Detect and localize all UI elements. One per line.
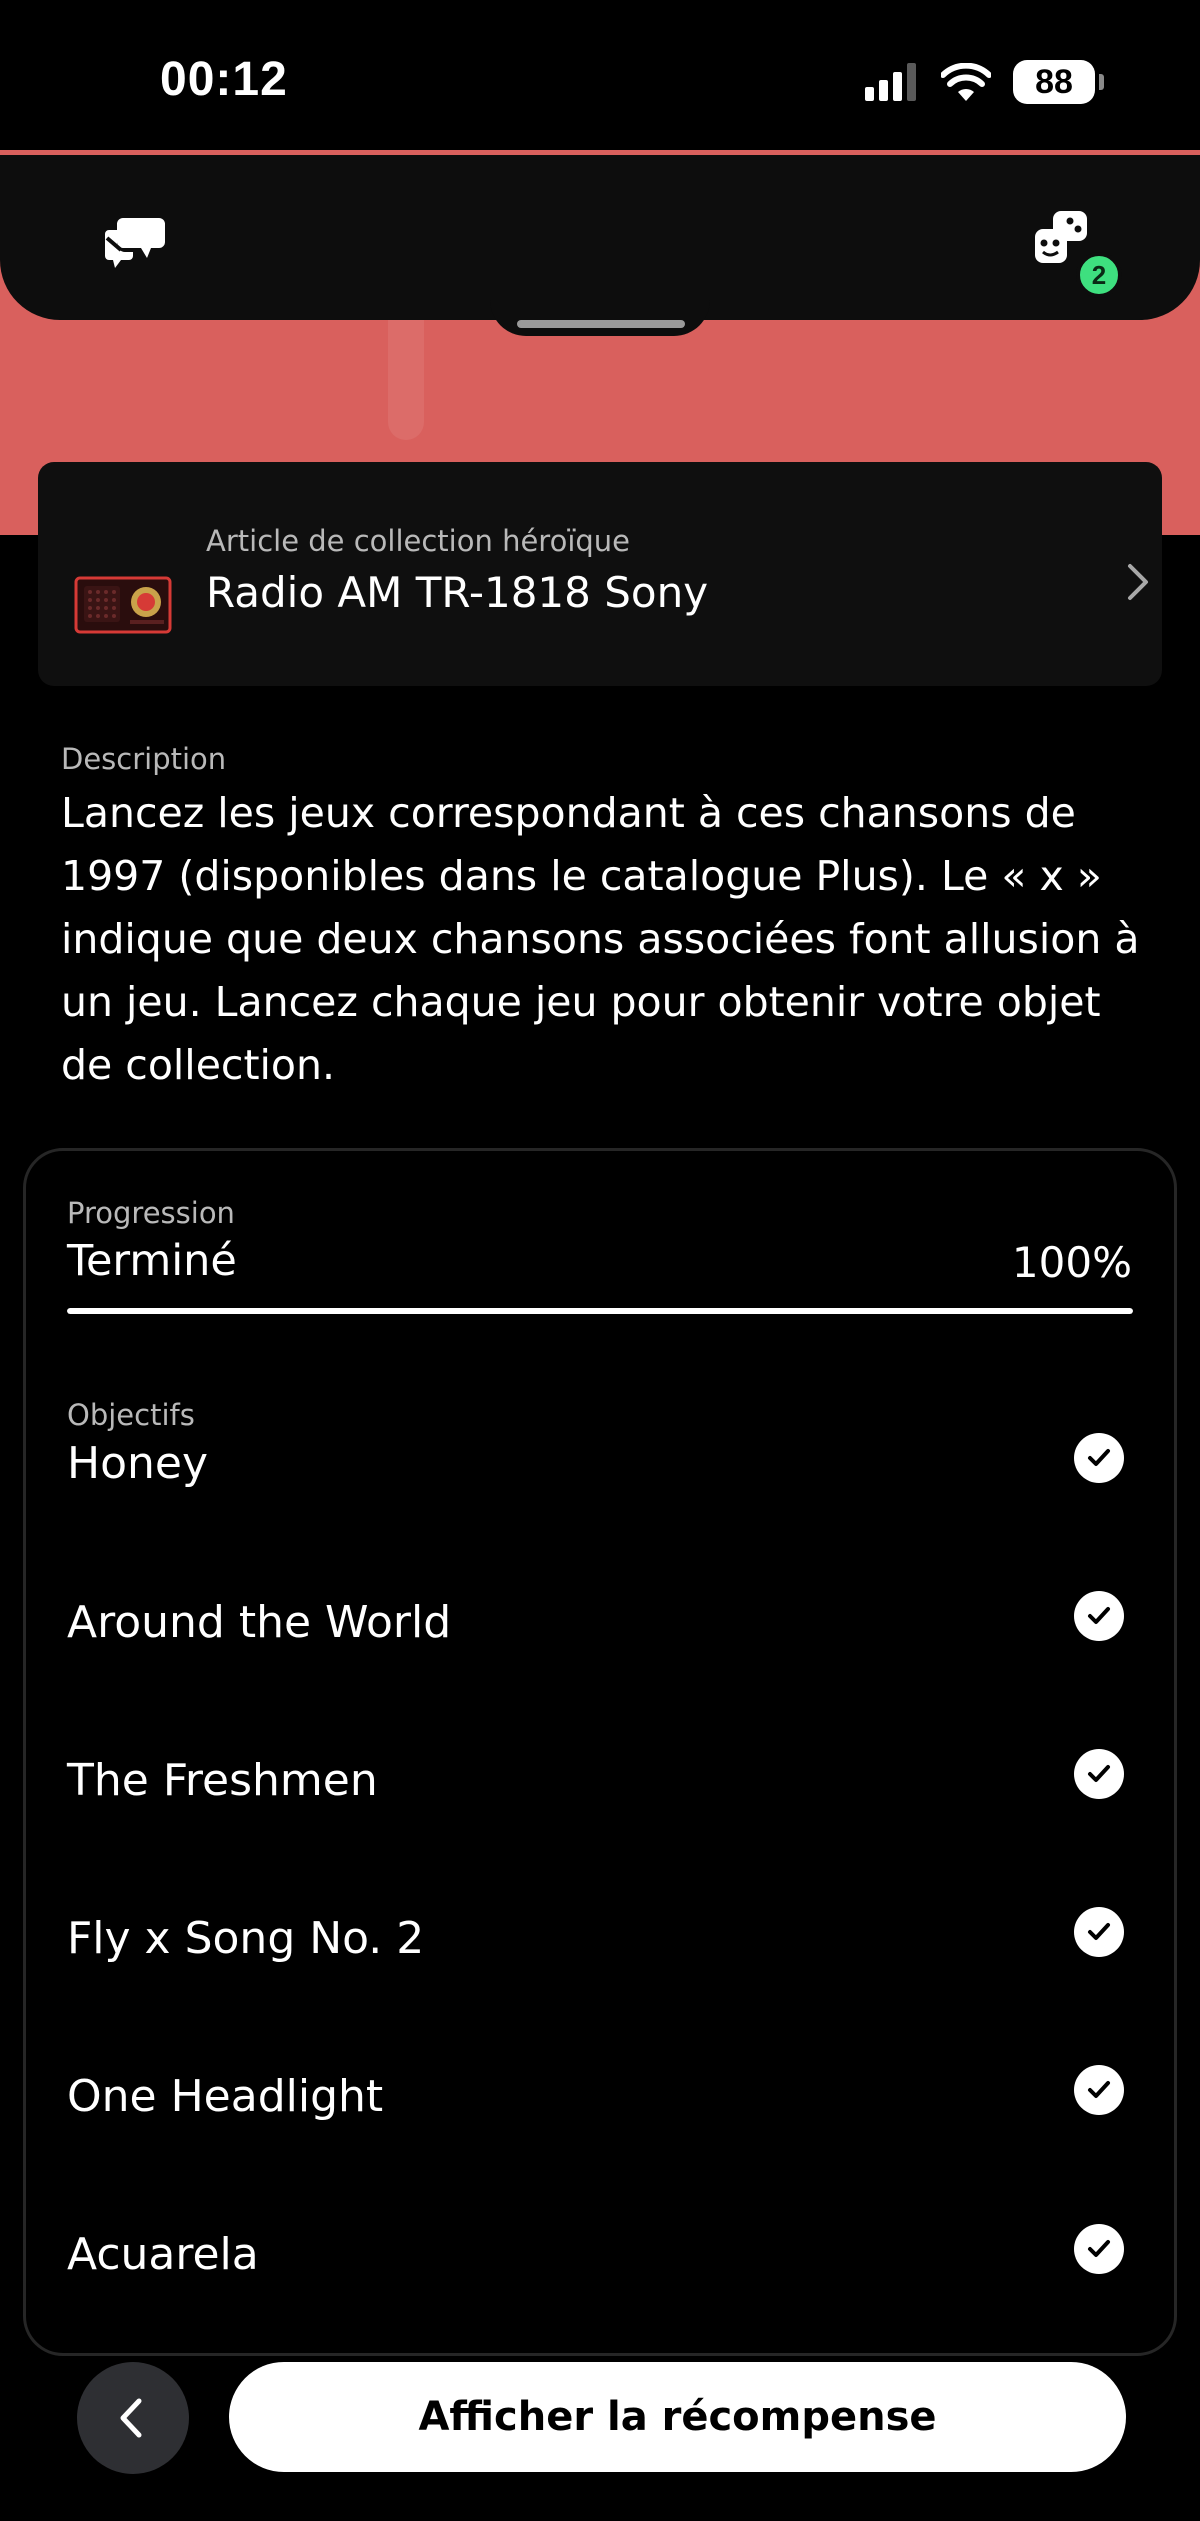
objectives-label: Objectifs: [67, 1398, 195, 1432]
objective-title: Acuarela: [67, 2229, 259, 2280]
description-label: Description: [61, 742, 227, 776]
checkmark-icon: [1074, 1591, 1124, 1641]
radio-thumbnail: [74, 576, 172, 634]
top-panel: [0, 155, 1200, 320]
top-panel-tab: [490, 300, 710, 336]
drag-handle[interactable]: [517, 320, 685, 328]
battery-icon: 88: [1013, 60, 1104, 104]
view-reward-button[interactable]: Afficher la récompense: [229, 2362, 1126, 2472]
objective-title: Fly x Song No. 2: [67, 1913, 425, 1964]
progress-bar-fill: [67, 1308, 1133, 1314]
chevron-left-icon: [120, 2398, 142, 2438]
status-time: 00:12: [160, 53, 288, 106]
checkmark-icon: [1074, 1907, 1124, 1957]
progress-label: Progression: [67, 1196, 235, 1230]
back-button[interactable]: [77, 2362, 189, 2474]
objectives-panel: [23, 1148, 1177, 2356]
battery-level: 88: [1035, 62, 1073, 101]
progress-percent: 100%: [1011, 1238, 1132, 1287]
chat-button[interactable]: [100, 210, 170, 270]
progress-bar: [67, 1308, 1133, 1314]
wifi-icon: [941, 63, 991, 101]
objective-title: One Headlight: [67, 2071, 384, 2122]
chat-bubbles-icon: [105, 218, 165, 268]
cellular-signal-icon: [865, 63, 916, 101]
checkmark-icon: [1074, 1433, 1124, 1483]
notification-badge: 2: [1076, 252, 1122, 298]
checkmark-icon: [1074, 2065, 1124, 2115]
status-icons: 88: [865, 58, 1104, 106]
checkmark-icon: [1074, 1749, 1124, 1799]
collection-title: Radio AM TR-1818 Sony: [206, 568, 709, 617]
collection-caption: Article de collection héroïque: [206, 524, 631, 558]
progress-status: Terminé: [67, 1236, 237, 1286]
description-text: Lancez les jeux correspondant à ces chan…: [61, 789, 1140, 1089]
objective-title: Around the World: [67, 1597, 452, 1648]
objective-title: The Freshmen: [67, 1755, 378, 1806]
checkmark-icon: [1074, 2224, 1124, 2274]
objective-title: Honey: [67, 1438, 209, 1489]
chevron-right-icon: [1128, 564, 1148, 600]
collection-item-card[interactable]: Article de collection héroïque Radio AM …: [38, 462, 1162, 686]
status-bar: 00:12 88: [0, 0, 1200, 160]
